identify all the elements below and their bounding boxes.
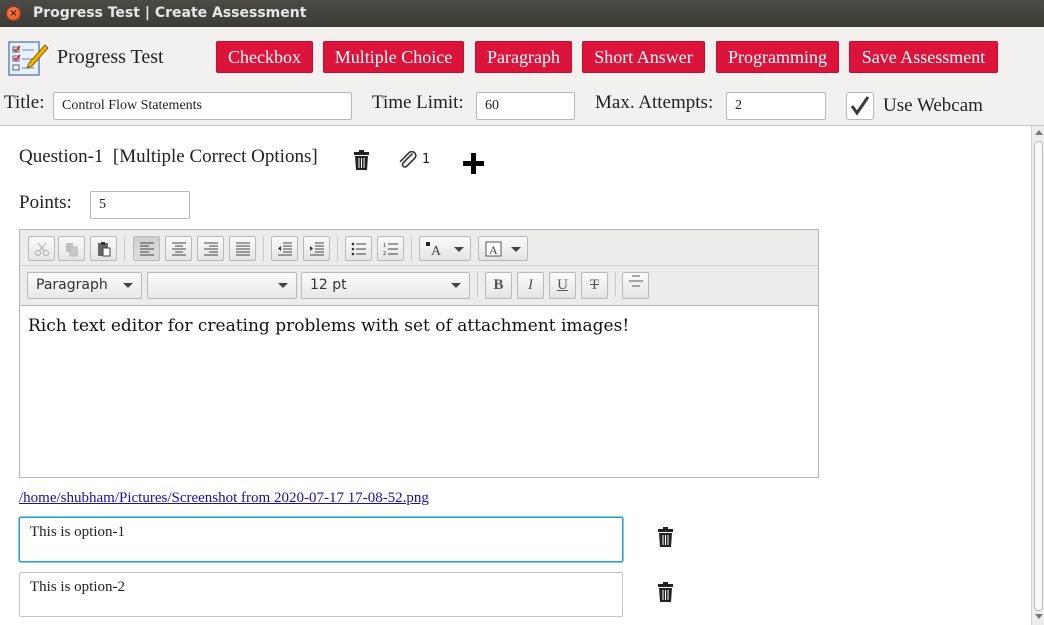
paste-button[interactable] <box>90 236 117 261</box>
title-input[interactable]: Control Flow Statements <box>53 92 352 120</box>
question-heading: Question-1 [Multiple Correct Options] <box>19 146 318 167</box>
bold-icon: B <box>493 277 504 293</box>
scroll-up-arrow-icon[interactable] <box>1035 130 1043 135</box>
indent-icon <box>309 242 324 255</box>
italic-icon: I <box>528 277 533 293</box>
svg-text:1: 1 <box>383 243 386 249</box>
window-titlebar: × Progress Test | Create Assessment <box>0 0 1044 27</box>
svg-text:A: A <box>489 243 498 257</box>
delete-question-trash-icon[interactable] <box>353 150 370 170</box>
window-title: Progress Test | Create Assessment <box>33 5 307 21</box>
font-family-select[interactable] <box>147 272 297 299</box>
svg-text:A: A <box>431 244 442 256</box>
add-checkbox-question-button[interactable]: Checkbox <box>216 41 313 73</box>
max-attempts-label: Max. Attempts: <box>595 92 714 113</box>
time-limit-input[interactable]: 60 <box>476 92 575 120</box>
editor-toolbar-row-1: 12 A A <box>20 230 818 266</box>
vertical-scrollbar[interactable] <box>1031 126 1044 625</box>
window-close-button[interactable]: × <box>6 6 21 21</box>
bullet-list-icon <box>351 242 366 255</box>
chevron-down-icon <box>451 283 461 288</box>
paragraph-style-select[interactable]: Paragraph <box>27 272 142 299</box>
align-left-icon <box>139 242 154 255</box>
align-right-button[interactable] <box>197 236 224 261</box>
align-right-icon <box>203 242 218 255</box>
title-label: Title: <box>4 92 45 113</box>
clipboard-icon <box>97 241 110 256</box>
attachment-link[interactable]: /home/shubham/Pictures/Screenshot from 2… <box>19 490 429 507</box>
background-color-dropdown[interactable]: A <box>478 236 528 261</box>
checklist-pencil-icon <box>8 41 49 76</box>
paragraph-style-value: Paragraph <box>36 277 108 293</box>
use-webcam-label: Use Webcam <box>883 95 983 116</box>
points-input[interactable]: 5 <box>90 191 190 219</box>
background-color-icon: A <box>485 241 521 257</box>
italic-button[interactable]: I <box>517 272 544 299</box>
scrollbar-thumb[interactable] <box>1034 141 1043 611</box>
time-limit-label: Time Limit: <box>372 92 464 113</box>
checkmark-icon <box>850 96 870 116</box>
bullet-list-button[interactable] <box>345 236 372 261</box>
scissors-icon <box>34 242 49 256</box>
copy-button[interactable] <box>58 236 85 261</box>
add-paragraph-question-button[interactable]: Paragraph <box>475 41 572 73</box>
outdent-button[interactable] <box>271 236 298 261</box>
delete-option-2-trash-icon[interactable] <box>657 582 674 602</box>
add-short-answer-question-button[interactable]: Short Answer <box>582 41 705 73</box>
option-1-input[interactable]: This is option-1 <box>19 517 623 562</box>
copy-icon <box>65 242 77 256</box>
rich-text-editor: 12 A A Paragraph 12 pt B I U T Rich text… <box>19 229 819 478</box>
delete-option-1-trash-icon[interactable] <box>657 527 674 547</box>
cut-button[interactable] <box>28 236 55 261</box>
font-size-value: 12 pt <box>310 277 347 293</box>
justify-icon <box>235 242 250 255</box>
text-color-icon: A <box>426 241 464 256</box>
align-center-button[interactable] <box>165 236 192 261</box>
bold-button[interactable]: B <box>485 272 512 299</box>
app-name: Progress Test <box>57 46 164 68</box>
strikethrough-icon: T <box>589 277 600 293</box>
underline-button[interactable]: U <box>549 272 576 299</box>
attachment-count: 1 <box>422 152 431 167</box>
text-color-dropdown[interactable]: A <box>419 236 471 261</box>
use-webcam-checkbox[interactable] <box>846 92 874 120</box>
outdent-icon <box>277 242 292 255</box>
scroll-down-arrow-icon[interactable] <box>1035 614 1043 619</box>
svg-text:2: 2 <box>383 251 386 256</box>
chevron-down-icon <box>123 283 133 288</box>
save-assessment-button[interactable]: Save Assessment <box>849 41 998 73</box>
question-editor-panel: Question-1 [Multiple Correct Options] 1 … <box>0 126 1031 625</box>
underline-icon: U <box>557 277 568 293</box>
paperclip-icon[interactable] <box>398 151 418 169</box>
justify-button[interactable] <box>229 236 256 261</box>
add-programming-question-button[interactable]: Programming <box>716 41 839 73</box>
chevron-down-icon <box>278 283 288 288</box>
option-2-input[interactable]: This is option-2 <box>19 572 623 617</box>
strikethrough-button[interactable]: T <box>581 272 608 299</box>
numbered-list-icon: 12 <box>383 243 398 256</box>
max-attempts-input[interactable]: 2 <box>726 92 826 120</box>
align-left-button[interactable] <box>133 236 160 261</box>
indent-button[interactable] <box>303 236 330 261</box>
add-question-plus-icon[interactable] <box>463 153 484 174</box>
editor-toolbar-row-2: Paragraph 12 pt B I U T <box>20 266 818 306</box>
horizontal-rule-icon <box>628 275 643 287</box>
points-label: Points: <box>19 192 72 213</box>
header-toolbar: Progress Test Checkbox Multiple Choice P… <box>0 27 1044 126</box>
numbered-list-button[interactable]: 12 <box>377 236 404 261</box>
editor-body-text[interactable]: Rich text editor for creating problems w… <box>28 316 629 336</box>
add-multiple-choice-question-button[interactable]: Multiple Choice <box>323 41 464 73</box>
font-size-select[interactable]: 12 pt <box>301 272 470 299</box>
align-center-icon <box>171 242 186 255</box>
insert-separator-button[interactable] <box>622 272 649 299</box>
